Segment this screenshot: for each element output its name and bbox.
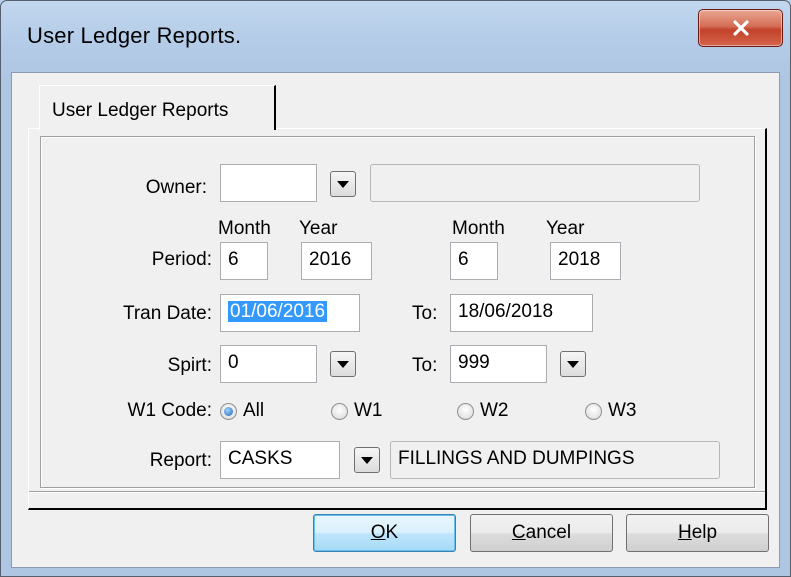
close-icon: [732, 20, 749, 36]
w1-code-w2-label[interactable]: W2: [480, 400, 509, 422]
tran-date-to-input[interactable]: 18/06/2018: [450, 294, 593, 332]
report-description-field: FILLINGS AND DUMPINGS: [390, 441, 720, 479]
spirit-from-dropdown-button[interactable]: [330, 351, 356, 377]
dialog-window: User Ledger Reports. User Ledger Reports…: [0, 0, 791, 577]
w1-code-w3-label[interactable]: W3: [608, 400, 637, 422]
tran-date-from-value: 01/06/2016: [228, 301, 328, 322]
owner-description-field: [370, 164, 700, 202]
cancel-label-rest: ancel: [525, 522, 572, 543]
period-to-year-input[interactable]: 2018: [550, 242, 621, 280]
report-label: Report:: [149, 450, 212, 471]
report-code-input[interactable]: CASKS: [220, 441, 340, 479]
tab-user-ledger-reports[interactable]: User Ledger Reports: [39, 85, 276, 130]
window-title: User Ledger Reports.: [27, 23, 242, 48]
cancel-button[interactable]: Cancel: [470, 514, 613, 552]
spirit-to-dropdown-button[interactable]: [560, 351, 586, 377]
w1-code-w3-radio[interactable]: [585, 403, 602, 420]
w1-code-w1-radio[interactable]: [331, 403, 348, 420]
period-from-month-input[interactable]: 6: [220, 242, 268, 280]
period-to-month-input[interactable]: 6: [450, 242, 498, 280]
w1-code-all-label[interactable]: All: [243, 400, 264, 422]
period-from-year-header: Year: [299, 218, 338, 239]
help-label-rest: elp: [691, 522, 718, 543]
spirit-to-label: To:: [412, 355, 438, 376]
ok-label-rest: K: [385, 522, 399, 543]
period-from-month-header: Month: [218, 218, 271, 239]
w1-code-w1-label[interactable]: W1: [354, 400, 383, 422]
w1-code-label: W1 Code:: [127, 400, 212, 421]
spirit-from-input[interactable]: 0: [220, 345, 317, 383]
owner-dropdown-button[interactable]: [330, 171, 356, 197]
ok-mnemonic: O: [370, 522, 386, 543]
dialog-client-area: User Ledger Reports Owner: Month Year Mo…: [11, 72, 780, 568]
help-button[interactable]: Help: [626, 514, 769, 552]
title-bar[interactable]: User Ledger Reports.: [1, 1, 790, 75]
owner-input[interactable]: [220, 164, 317, 202]
period-to-month-header: Month: [452, 218, 505, 239]
tran-date-label: Tran Date:: [122, 303, 212, 324]
cancel-mnemonic: C: [511, 522, 526, 543]
ok-button[interactable]: OK: [313, 514, 456, 552]
period-to-year-header: Year: [546, 218, 585, 239]
tran-date-from-input[interactable]: 01/06/2016: [220, 294, 360, 332]
spirit-label: Spirt:: [167, 355, 212, 376]
button-separator: [29, 491, 765, 493]
tran-date-to-label: To:: [412, 303, 438, 324]
report-dropdown-button[interactable]: [354, 447, 380, 473]
period-label: Period:: [151, 249, 212, 270]
owner-label: Owner:: [145, 177, 207, 198]
w1-code-w2-radio[interactable]: [457, 403, 474, 420]
help-mnemonic: H: [677, 522, 692, 543]
period-from-year-input[interactable]: 2016: [301, 242, 372, 280]
spirit-to-input[interactable]: 999: [450, 345, 547, 383]
close-button[interactable]: [698, 9, 783, 47]
w1-code-all-radio[interactable]: [220, 403, 237, 420]
